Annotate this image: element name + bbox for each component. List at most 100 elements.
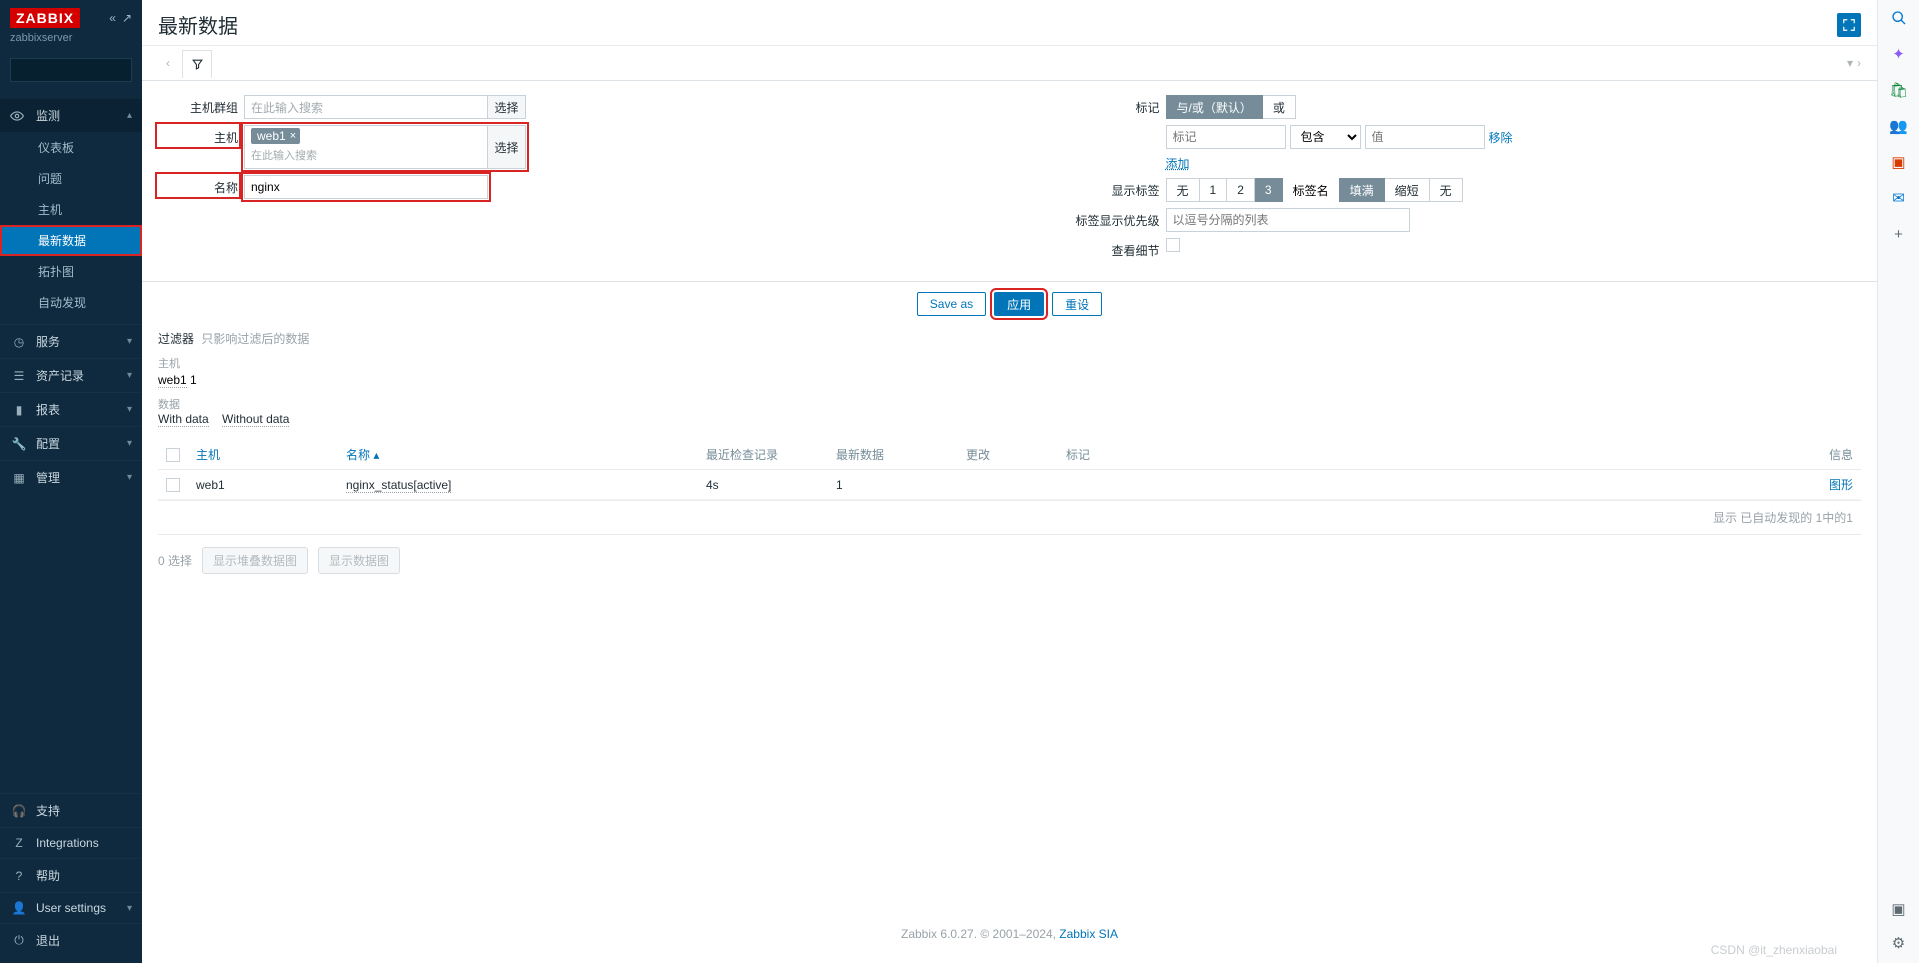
- summary-data-label: 数据: [158, 396, 1861, 412]
- zabbix-logo[interactable]: ZABBIX: [10, 8, 80, 28]
- sidebar-search[interactable]: [10, 58, 132, 82]
- chevron-down-icon: ▾: [127, 903, 132, 914]
- tag-name-input[interactable]: [1166, 125, 1286, 149]
- filter-icon: [191, 58, 204, 71]
- sidebar-item-dashboard[interactable]: 仪表板: [0, 132, 142, 163]
- nav-reports[interactable]: ▮报表▾: [0, 392, 142, 426]
- host-input[interactable]: web1× 在此输入搜索: [244, 125, 488, 169]
- popout-icon[interactable]: ↗: [122, 11, 132, 25]
- host-token[interactable]: web1×: [251, 128, 300, 144]
- nav-inventory[interactable]: ☰资产记录▾: [0, 358, 142, 392]
- tag-op-select[interactable]: 包含: [1290, 125, 1361, 149]
- panel-tool-icon[interactable]: ▣: [1889, 899, 1909, 919]
- chevron-down-icon: ▾: [127, 472, 132, 483]
- nav-help[interactable]: ?帮助: [0, 858, 142, 892]
- details-checkbox[interactable]: [1166, 238, 1180, 252]
- filter-prev-icon[interactable]: ‹: [158, 56, 178, 70]
- showtags-none[interactable]: 无: [1166, 178, 1200, 202]
- tag-remove-link[interactable]: 移除: [1489, 129, 1513, 146]
- right-toolbar: ✦ 🛍 👥 ▣ ✉ + ▣ ⚙: [1877, 0, 1919, 963]
- chevron-down-icon: ▾: [127, 336, 132, 347]
- with-data-link[interactable]: With data: [158, 412, 209, 427]
- nav-integrations[interactable]: ZIntegrations: [0, 827, 142, 858]
- col-host[interactable]: 主机: [196, 448, 220, 462]
- row-checkbox[interactable]: [166, 478, 180, 492]
- priority-label: 标签显示优先级: [1040, 208, 1160, 229]
- summary-host-link[interactable]: web1: [158, 373, 187, 388]
- without-data-link[interactable]: Without data: [222, 412, 289, 427]
- filter-next-icon[interactable]: ›: [1857, 56, 1861, 70]
- remove-token-icon[interactable]: ×: [290, 130, 296, 142]
- data-table: 主机 名称 ▴ 最近检查记录 最新数据 更改 标记 信息 web1 nginx_…: [158, 440, 1861, 500]
- stacked-graph-button: 显示堆叠数据图: [202, 547, 308, 574]
- table-row: web1 nginx_status[active] 4s 1 图形: [158, 470, 1861, 500]
- add-tool-icon[interactable]: +: [1889, 224, 1909, 244]
- zabbix-sia-link[interactable]: Zabbix SIA: [1059, 927, 1118, 941]
- select-all-checkbox[interactable]: [166, 448, 180, 462]
- sidebar-item-latest-data[interactable]: 最新数据: [0, 225, 142, 256]
- tag-value-input[interactable]: [1365, 125, 1485, 149]
- tagname-segment[interactable]: 填满 缩短 无: [1339, 178, 1463, 202]
- settings-tool-icon[interactable]: ⚙: [1889, 933, 1909, 953]
- summary-sub: 只影响过滤后的数据: [201, 332, 309, 346]
- sidebar-item-discovery[interactable]: 自动发现: [0, 287, 142, 318]
- hostgroup-select-button[interactable]: 选择: [488, 95, 526, 119]
- showtags-3[interactable]: 3: [1255, 178, 1283, 202]
- name-input[interactable]: [244, 175, 488, 199]
- reset-button[interactable]: 重设: [1052, 292, 1102, 316]
- tags-andor-button[interactable]: 与/或（默认）: [1166, 95, 1263, 119]
- list-icon: ☰: [10, 369, 28, 383]
- help-icon: ?: [10, 869, 28, 883]
- people-tool-icon[interactable]: 👥: [1889, 116, 1909, 136]
- save-as-button[interactable]: Save as: [917, 292, 986, 316]
- nav-user-settings[interactable]: 👤User settings▾: [0, 892, 142, 923]
- hostgroup-input[interactable]: 在此输入搜索: [244, 95, 488, 119]
- showtags-segment[interactable]: 无 1 2 3: [1166, 178, 1283, 202]
- showtags-1[interactable]: 1: [1200, 178, 1228, 202]
- store-tool-icon[interactable]: 🛍: [1889, 80, 1909, 100]
- col-tags: 标记: [1058, 440, 1801, 470]
- cell-item-name[interactable]: nginx_status[active]: [346, 478, 451, 493]
- tagname-full[interactable]: 填满: [1339, 178, 1385, 202]
- sidebar-item-problems[interactable]: 问题: [0, 163, 142, 194]
- graph-link[interactable]: 图形: [1829, 478, 1853, 492]
- nav-logout[interactable]: ⏻退出: [0, 923, 142, 957]
- user-icon: 👤: [10, 901, 28, 915]
- filter-collapse-icon[interactable]: ▾: [1847, 56, 1853, 70]
- col-info: 信息: [1801, 440, 1861, 470]
- collapse-sidebar-icon[interactable]: «: [109, 11, 116, 25]
- cell-host: web1: [188, 470, 338, 500]
- sparkle-tool-icon[interactable]: ✦: [1889, 44, 1909, 64]
- tags-or-button[interactable]: 或: [1263, 95, 1296, 119]
- priority-input[interactable]: [1166, 208, 1410, 232]
- sidebar-item-hosts[interactable]: 主机: [0, 194, 142, 225]
- nav-config[interactable]: 🔧配置▾: [0, 426, 142, 460]
- host-select-button[interactable]: 选择: [488, 125, 526, 169]
- tags-mode-segment[interactable]: 与/或（默认） 或: [1166, 95, 1296, 119]
- kiosk-mode-button[interactable]: [1837, 13, 1861, 37]
- search-tool-icon[interactable]: [1889, 8, 1909, 28]
- cell-value: 1: [828, 470, 958, 500]
- sidebar-item-maps[interactable]: 拓扑图: [0, 256, 142, 287]
- cell-last: 4s: [698, 470, 828, 500]
- tagname-short[interactable]: 缩短: [1385, 178, 1430, 202]
- nav-services[interactable]: ◷服务▾: [0, 324, 142, 358]
- clock-icon: ◷: [10, 335, 28, 349]
- apply-button[interactable]: 应用: [994, 292, 1044, 316]
- graph-button: 显示数据图: [318, 547, 400, 574]
- nav-monitoring[interactable]: 监测 ▴: [0, 98, 142, 132]
- nav-support[interactable]: 🎧支持: [0, 793, 142, 827]
- page-footer: Zabbix 6.0.27. © 2001–2024, Zabbix SIA: [158, 915, 1861, 953]
- filter-tab[interactable]: [182, 50, 212, 78]
- chevron-down-icon: ▾: [127, 404, 132, 415]
- eye-icon: [10, 109, 28, 123]
- col-name[interactable]: 名称 ▴: [346, 448, 379, 462]
- outlook-tool-icon[interactable]: ✉: [1889, 188, 1909, 208]
- office-tool-icon[interactable]: ▣: [1889, 152, 1909, 172]
- showtags-2[interactable]: 2: [1227, 178, 1255, 202]
- tagname-none[interactable]: 无: [1430, 178, 1463, 202]
- nav-admin[interactable]: ▦管理▾: [0, 460, 142, 494]
- tag-add-link[interactable]: 添加: [1166, 155, 1190, 172]
- chevron-down-icon: ▾: [127, 438, 132, 449]
- filter-panel: 主机群组 在此输入搜索 选择 主机 web1× 在此输入搜索 选择 名称: [142, 80, 1877, 282]
